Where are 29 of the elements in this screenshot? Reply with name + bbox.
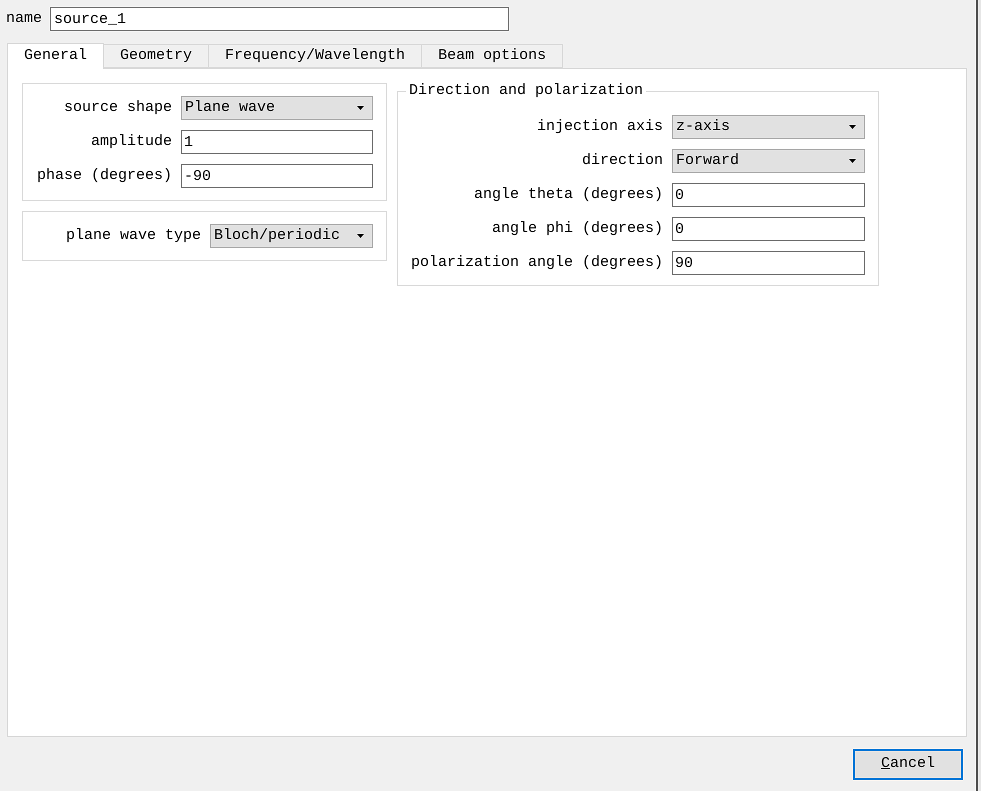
field-label: amplitude <box>90 132 172 152</box>
tab[interactable]: Geometry <box>104 44 210 68</box>
field-label: angle theta (degrees) <box>472 184 663 205</box>
tab[interactable]: Beam options <box>422 44 564 68</box>
tab[interactable]: Frequency/Wavelength <box>209 44 422 68</box>
caret-icon <box>849 125 856 129</box>
caret-icon <box>849 159 856 163</box>
field-label: plane wave type <box>64 226 201 246</box>
field-label: phase (degrees) <box>36 166 172 186</box>
field-label: source shape <box>62 98 172 118</box>
field-label: injection axis <box>536 116 663 137</box>
field-label: angle phi (degrees) <box>490 218 663 239</box>
input-field[interactable]: -90 <box>181 164 373 188</box>
input-field[interactable]: 0 <box>672 183 865 207</box>
field-label: polarization angle (degrees) <box>411 252 663 273</box>
dropdown[interactable]: Forward <box>672 149 865 173</box>
cancel-button[interactable]: Cancel <box>853 749 963 780</box>
input-field[interactable]: source_1 <box>50 7 510 31</box>
dropdown[interactable]: Bloch/periodic <box>210 224 373 248</box>
input-field[interactable]: 1 <box>181 130 373 154</box>
dropdown[interactable]: Plane wave <box>181 96 373 120</box>
caret-icon <box>357 106 364 110</box>
field-label: direction <box>580 150 663 171</box>
input-field[interactable]: 90 <box>672 251 865 275</box>
input-field[interactable]: 0 <box>672 217 865 241</box>
caret-icon <box>357 234 364 238</box>
tab[interactable]: General <box>7 43 104 69</box>
field-label: name <box>6 8 42 29</box>
dropdown[interactable]: z-axis <box>672 115 865 139</box>
